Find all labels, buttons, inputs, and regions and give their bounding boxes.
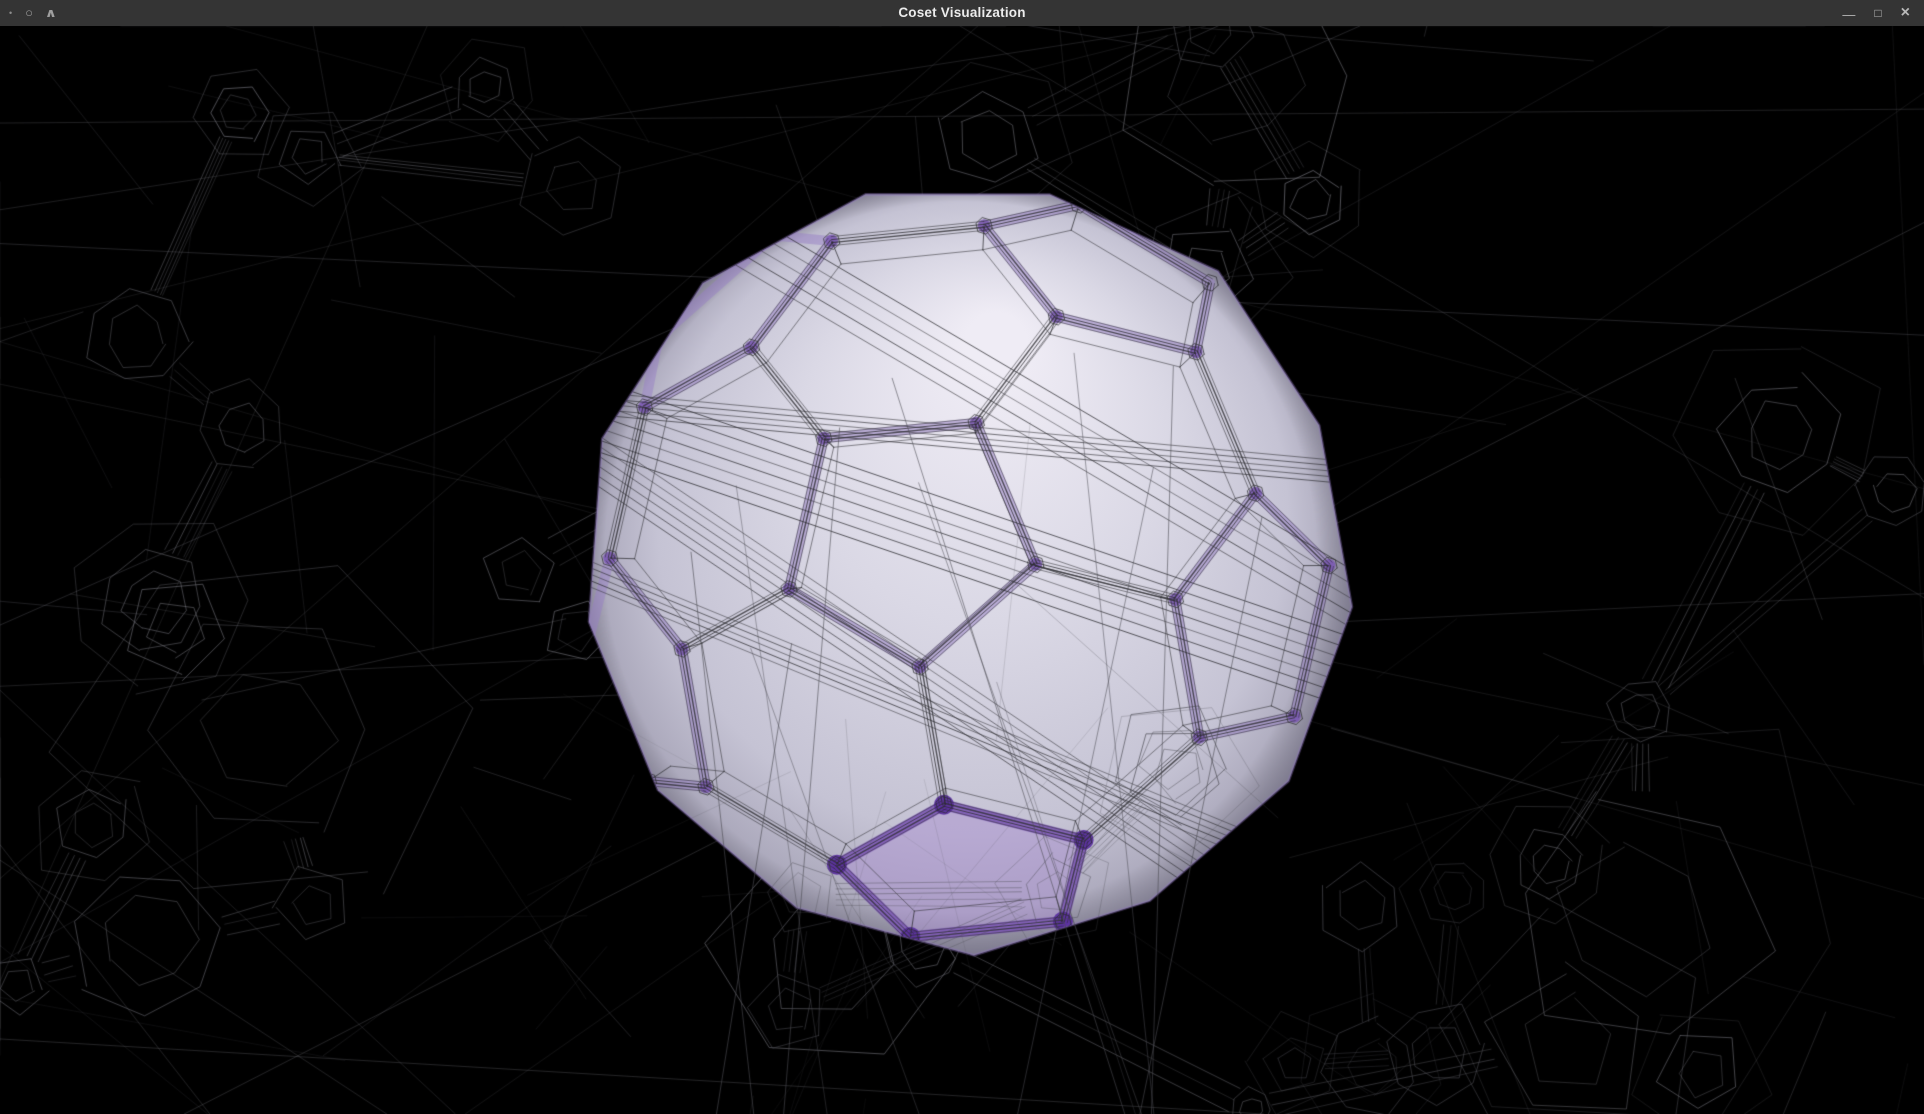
close-icon[interactable]: × — [1901, 0, 1910, 26]
coset-visualization-viewport[interactable] — [0, 26, 1924, 1114]
titlebar-left-icons: • ○ ∧ — [9, 0, 56, 26]
window-controls: — □ × — [1842, 0, 1910, 26]
chevron-up-icon[interactable]: ∧ — [45, 0, 57, 26]
bullet-icon: • — [9, 0, 12, 26]
minimize-icon[interactable]: — — [1842, 2, 1855, 28]
app-window: • ○ ∧ Coset Visualization — □ × — [0, 0, 1924, 1114]
maximize-icon[interactable]: □ — [1874, 0, 1881, 26]
titlebar: • ○ ∧ Coset Visualization — □ × — [0, 0, 1924, 26]
window-title: Coset Visualization — [0, 0, 1924, 26]
circle-icon[interactable]: ○ — [25, 0, 33, 26]
